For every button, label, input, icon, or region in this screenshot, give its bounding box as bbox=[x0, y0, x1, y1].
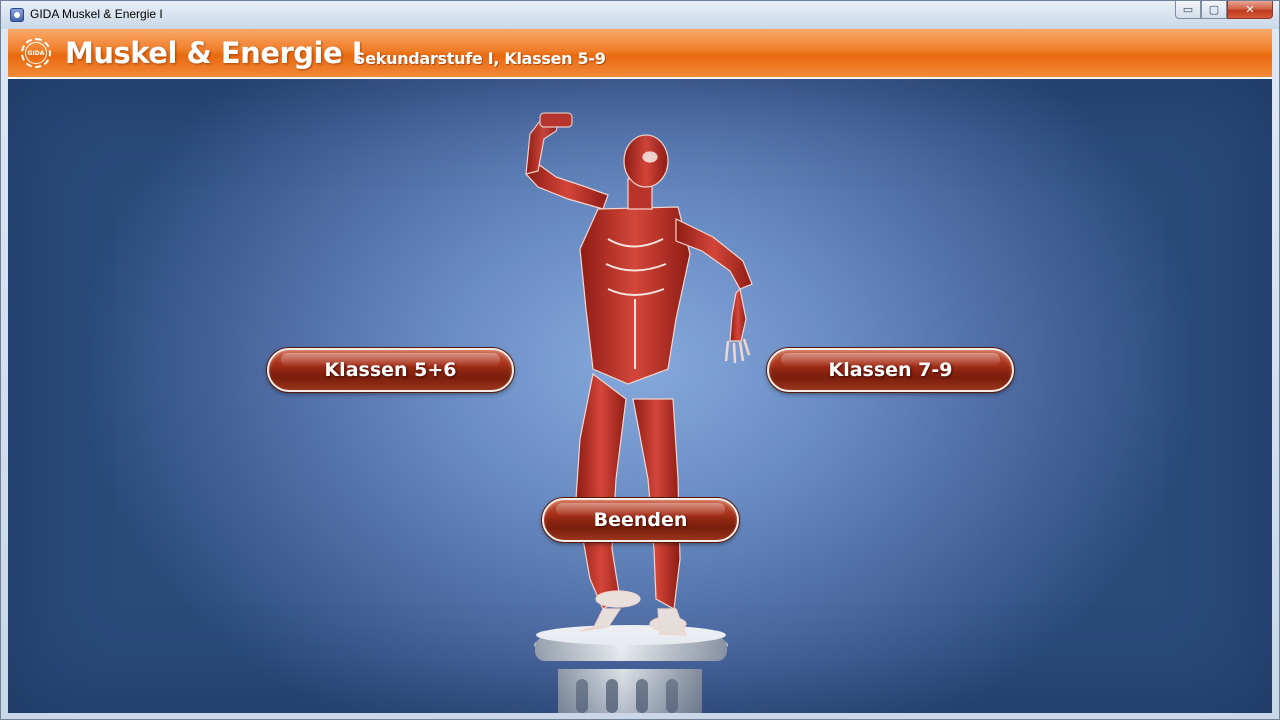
maximize-icon: ▢ bbox=[1208, 3, 1220, 16]
minimize-button[interactable]: ▭ bbox=[1175, 1, 1201, 19]
title-bar[interactable]: GIDA Muskel & Energie I ▭ ▢ ✕ bbox=[1, 1, 1279, 29]
klassen-7-9-label: Klassen 7-9 bbox=[828, 359, 953, 381]
klassen-5-6-button[interactable]: Klassen 5+6 bbox=[267, 348, 514, 392]
maximize-button[interactable]: ▢ bbox=[1201, 1, 1227, 19]
app-subtitle: Sekundarstufe I, Klassen 5-9 bbox=[354, 49, 606, 68]
close-button[interactable]: ✕ bbox=[1227, 1, 1273, 19]
window-title: GIDA Muskel & Energie I bbox=[30, 7, 163, 21]
app-title: Muskel & Energie I bbox=[65, 36, 363, 70]
app-header: GIDA Muskel & Energie I Sekundarstufe I,… bbox=[8, 29, 1272, 79]
stage-vignette bbox=[8, 79, 1272, 713]
beenden-button[interactable]: Beenden bbox=[542, 498, 739, 542]
window-controls: ▭ ▢ ✕ bbox=[1175, 1, 1273, 21]
gida-logo: GIDA bbox=[21, 38, 51, 68]
main-stage: Klassen 5+6 Klassen 7-9 Beenden bbox=[8, 79, 1272, 713]
klassen-5-6-label: Klassen 5+6 bbox=[324, 359, 457, 381]
app-window: GIDA Muskel & Energie I ▭ ▢ ✕ GIDA Muske… bbox=[0, 0, 1280, 720]
klassen-7-9-button[interactable]: Klassen 7-9 bbox=[767, 348, 1014, 392]
gida-logo-text: GIDA bbox=[25, 42, 47, 64]
beenden-label: Beenden bbox=[593, 509, 688, 531]
app-icon bbox=[10, 8, 24, 22]
close-icon: ✕ bbox=[1245, 3, 1255, 16]
minimize-icon: ▭ bbox=[1182, 3, 1194, 16]
